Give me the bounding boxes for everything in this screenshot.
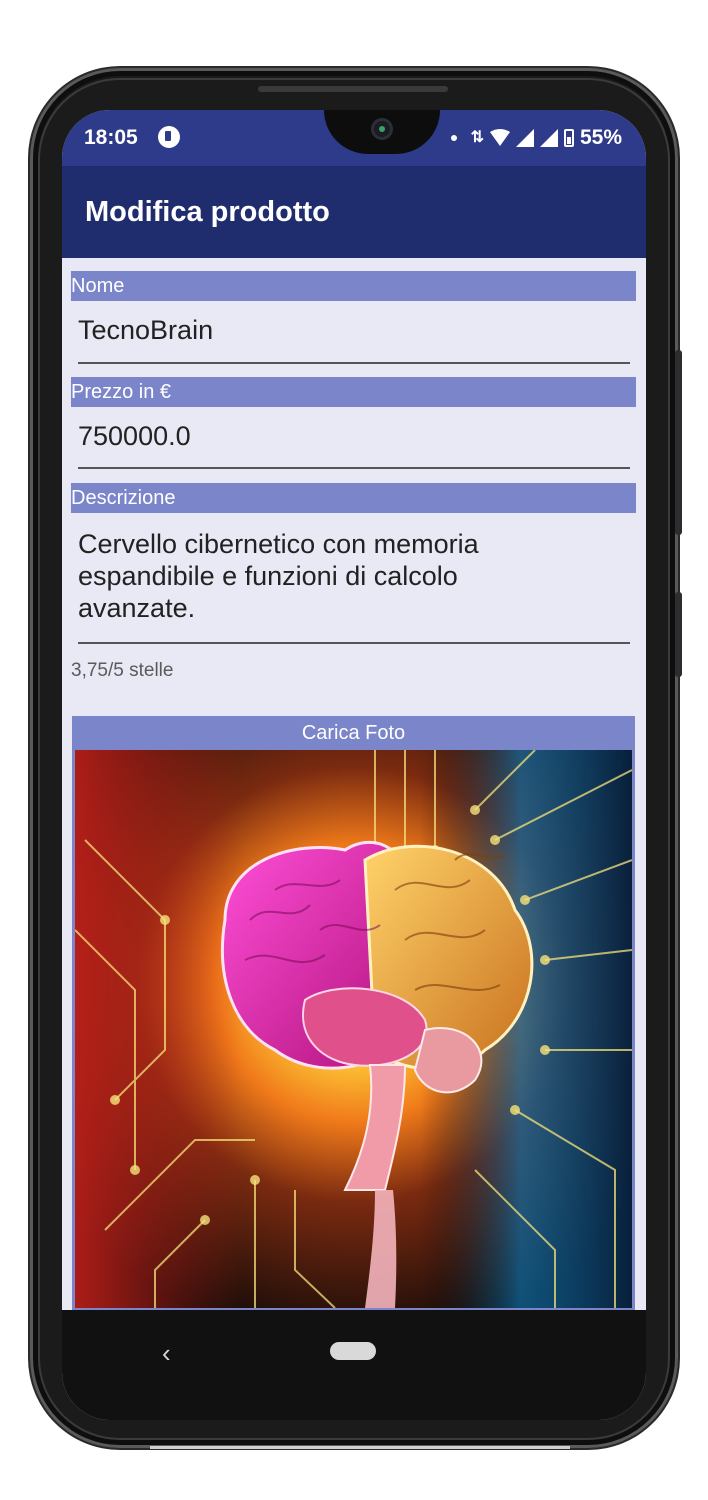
name-label: Nome: [71, 271, 636, 301]
price-label: Prezzo in €: [71, 377, 636, 407]
price-field[interactable]: 750000.0: [78, 421, 630, 452]
status-icons: ⇅ 55%: [450, 126, 622, 150]
signal-icon: [515, 129, 534, 147]
data-arrows-icon: ⇅: [470, 129, 484, 146]
edit-form: Nome TecnoBrain Prezzo in € 750000.0 Des…: [62, 258, 646, 1310]
product-photo[interactable]: [75, 750, 632, 1308]
name-field-underline: [78, 362, 630, 364]
app-bar: Modifica prodotto: [62, 166, 646, 258]
battery-icon: [563, 129, 574, 147]
navigation-bar: ‹: [62, 1310, 646, 1420]
upload-photo-button[interactable]: Carica Foto: [72, 716, 635, 750]
speaker-grill: [258, 86, 448, 92]
power-button: [675, 592, 682, 677]
page-title: Modifica prodotto: [85, 196, 330, 228]
signal-icon: [539, 129, 558, 147]
name-field[interactable]: TecnoBrain: [78, 315, 630, 346]
price-field-underline: [78, 467, 630, 469]
app-notification-icon: [158, 126, 180, 148]
rating-text: 3,75/5 stelle: [71, 660, 174, 681]
description-field-underline: [78, 642, 630, 644]
dot-icon: [450, 135, 457, 141]
battery-percent: 55%: [579, 126, 622, 149]
back-icon[interactable]: ‹: [162, 1338, 171, 1369]
home-icon[interactable]: [330, 1342, 376, 1360]
description-label: Descrizione: [71, 483, 636, 513]
description-line: avanzate.: [78, 593, 196, 623]
photo-frame: [72, 748, 635, 1310]
volume-button: [675, 350, 682, 535]
description-line: Cervello cibernetico con memoria: [78, 529, 479, 559]
screen: 18:05 ⇅ 55% Modifica prodotto Nome Tecno…: [62, 110, 646, 1420]
description-line: espandibile e funzioni di calcolo: [78, 561, 458, 591]
front-camera: [371, 118, 393, 140]
phone-bottom-edge: [150, 1446, 570, 1449]
status-time: 18:05: [84, 126, 138, 149]
wifi-icon: [489, 129, 510, 146]
description-field[interactable]: Cervello cibernetico con memoria espandi…: [78, 528, 630, 624]
